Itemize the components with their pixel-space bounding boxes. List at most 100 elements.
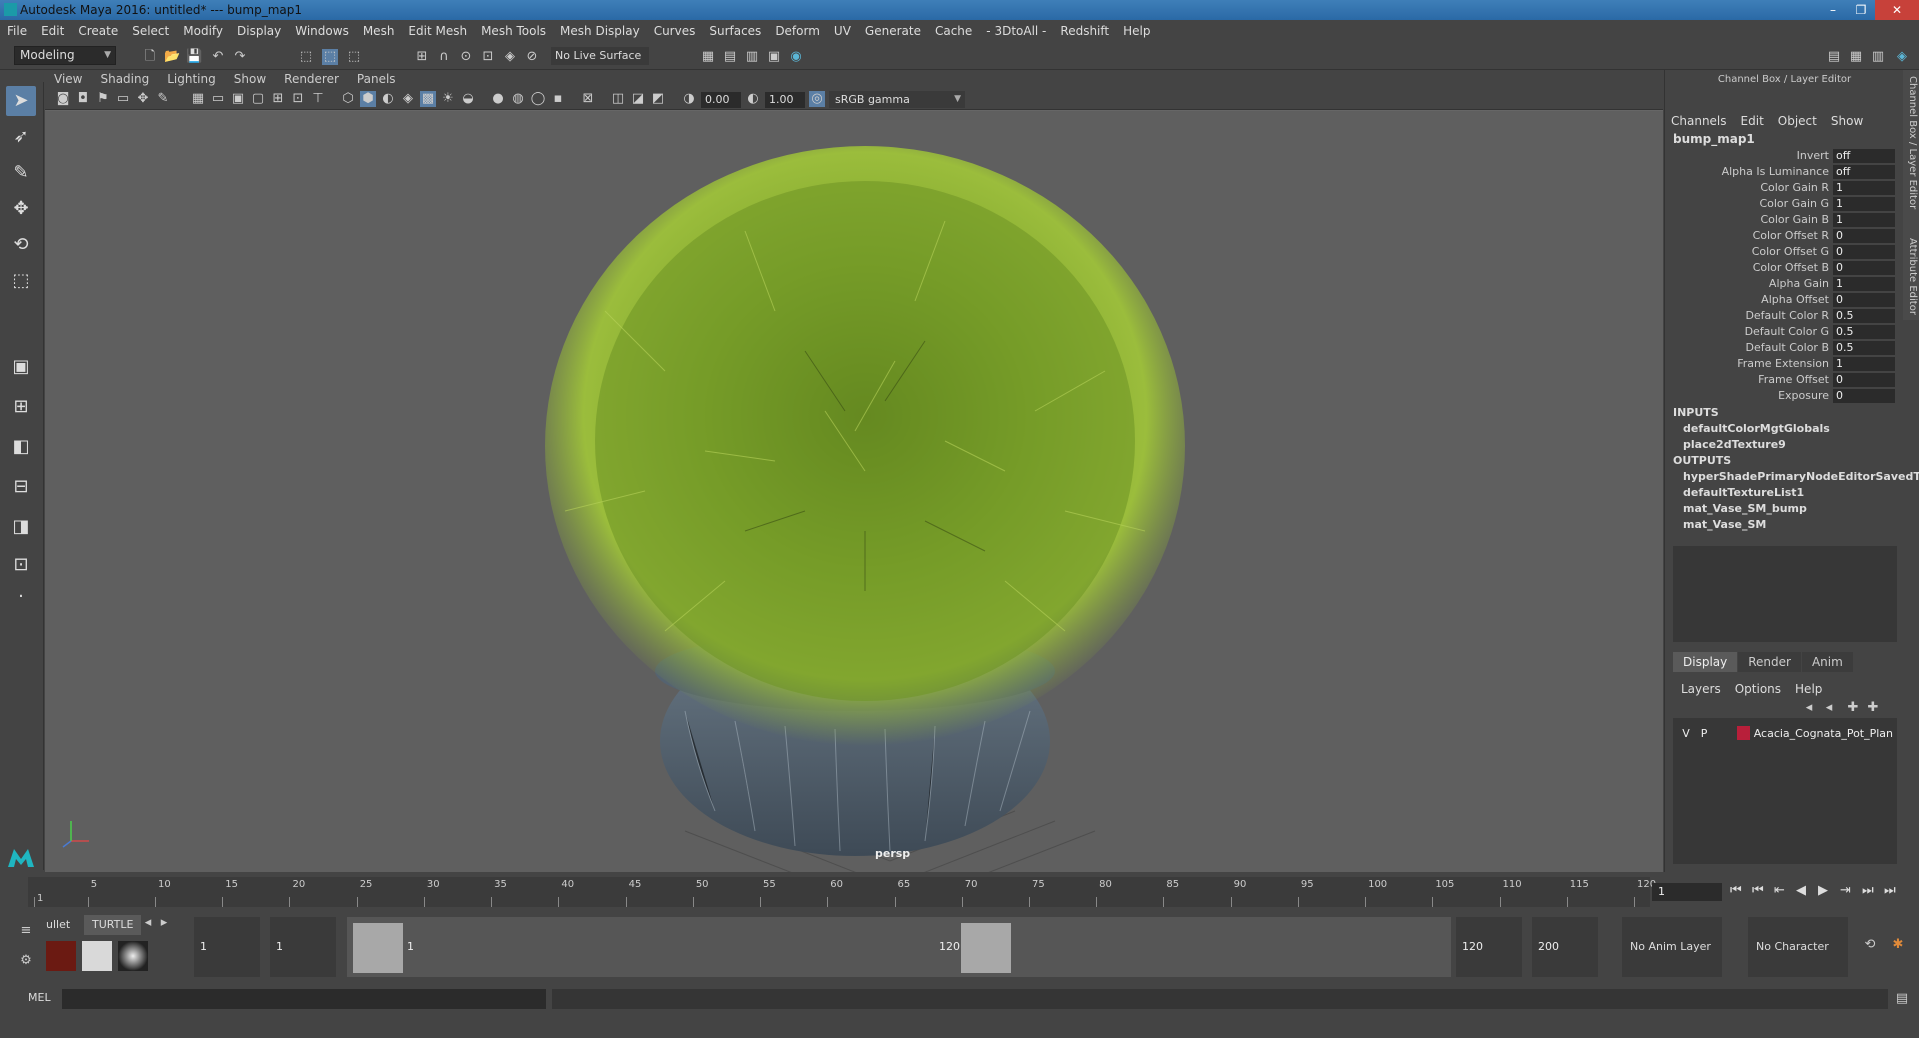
layer-menu-layers[interactable]: Layers — [1681, 682, 1721, 696]
menu-edit[interactable]: Edit — [34, 24, 71, 38]
scene-start-field[interactable]: 1 — [194, 917, 260, 977]
film-gate-icon[interactable]: ▭ — [210, 91, 226, 107]
attr-value[interactable]: 0.5 — [1833, 341, 1895, 355]
cb-menu-channels[interactable]: Channels — [1671, 114, 1727, 128]
select-hierarchy-icon[interactable]: ⬚ — [298, 49, 314, 65]
safe-action-icon[interactable]: ⊡ — [290, 91, 306, 107]
scale-tool-icon[interactable]: ⬚ — [6, 266, 36, 296]
field-chart-icon[interactable]: ⊞ — [270, 91, 286, 107]
screen-space-ao-icon[interactable]: ● — [490, 91, 506, 107]
menu-modify[interactable]: Modify — [176, 24, 230, 38]
default-material-icon[interactable]: ◐ — [380, 91, 396, 107]
time-ruler[interactable]: 1 5 10 15 20 25 30 35 40 45 50 55 60 65 70 75 80 85 90 95 10… — [28, 877, 1656, 907]
snap-grid-icon[interactable]: ⊞ — [414, 49, 430, 65]
scene-end-field[interactable]: 200 — [1532, 917, 1598, 977]
menu-edit-mesh[interactable]: Edit Mesh — [401, 24, 474, 38]
use-all-lights-icon[interactable]: ☀ — [440, 91, 456, 107]
tab-display[interactable]: Display — [1673, 652, 1738, 672]
menu-generate[interactable]: Generate — [858, 24, 928, 38]
single-perspective-layout-icon[interactable]: ▣ — [6, 352, 36, 382]
menu-mesh-display[interactable]: Mesh Display — [553, 24, 647, 38]
menu-mesh-tools[interactable]: Mesh Tools — [474, 24, 553, 38]
vp-menu-lighting[interactable]: Lighting — [158, 72, 225, 86]
menu-uv[interactable]: UV — [827, 24, 858, 38]
render-frame-icon[interactable]: ▦ — [700, 49, 716, 65]
play-forwards-icon[interactable]: ▶ — [1818, 883, 1828, 898]
resolution-gate-icon[interactable]: ▣ — [230, 91, 246, 107]
menu-create[interactable]: Create — [71, 24, 125, 38]
safe-title-icon[interactable]: ⊤ — [310, 91, 326, 107]
attr-value[interactable]: 0 — [1833, 245, 1895, 259]
output-node[interactable]: mat_Vase_SM_bump — [1683, 502, 1807, 515]
minimize-button[interactable]: – — [1819, 0, 1847, 20]
tab-render[interactable]: Render — [1738, 652, 1801, 672]
attr-value[interactable]: 1 — [1833, 357, 1895, 371]
command-input[interactable] — [62, 989, 546, 1009]
layer-menu-help[interactable]: Help — [1795, 682, 1822, 696]
2d-pan-zoom-icon[interactable]: ✥ — [135, 91, 151, 107]
attr-value[interactable]: 0 — [1833, 373, 1895, 387]
layer-playback-toggle[interactable]: P — [1695, 727, 1713, 740]
motion-blur-icon[interactable]: ◍ — [510, 91, 526, 107]
select-component-icon[interactable]: ⬚ — [346, 49, 362, 65]
menu-display[interactable]: Display — [230, 24, 288, 38]
new-scene-icon[interactable]: 🗋 — [142, 49, 158, 65]
snap-curve-icon[interactable]: ∩ — [436, 49, 452, 65]
tool-settings-toggle-icon[interactable]: ▥ — [1870, 49, 1886, 65]
lasso-tool-icon[interactable]: ➶ — [6, 122, 36, 152]
output-node[interactable]: hyperShadePrimaryNodeEditorSavedT... — [1683, 470, 1919, 483]
textured-icon[interactable]: ▩ — [420, 91, 436, 107]
tab-anim[interactable]: Anim — [1801, 652, 1853, 672]
cb-menu-edit[interactable]: Edit — [1741, 114, 1764, 128]
playback-end-field[interactable]: 120 — [1456, 917, 1522, 977]
wireframe-on-shaded-icon[interactable]: ◈ — [400, 91, 416, 107]
redo-icon[interactable]: ↷ — [232, 49, 248, 65]
close-button[interactable]: ✕ — [1875, 0, 1919, 20]
bookmark-icon[interactable]: ⚑ — [95, 91, 111, 107]
cb-menu-show[interactable]: Show — [1831, 114, 1863, 128]
channel-box-side-tab[interactable]: Channel Box / Layer Editor — [1904, 76, 1918, 209]
vp-menu-show[interactable]: Show — [225, 72, 275, 86]
attr-value[interactable]: 0.5 — [1833, 309, 1895, 323]
render-settings-icon[interactable]: ▥ — [744, 49, 760, 65]
select-tool-icon[interactable]: ➤ — [6, 86, 36, 116]
animation-prefs-icon[interactable]: ✱ — [1890, 937, 1906, 953]
xray-components-icon[interactable]: ◩ — [650, 91, 666, 107]
layer-name[interactable]: Acacia_Cognata_Pot_Plan — [1754, 727, 1893, 740]
menu-surfaces[interactable]: Surfaces — [702, 24, 768, 38]
channel-box-toggle-icon[interactable]: ◈ — [1894, 49, 1910, 65]
shelf-scroll-left-icon[interactable]: ◂ — [140, 915, 156, 931]
attr-value[interactable]: 1 — [1833, 277, 1895, 291]
layer-visibility-toggle[interactable]: V — [1677, 727, 1695, 740]
vp-menu-renderer[interactable]: Renderer — [275, 72, 348, 86]
depth-of-field-icon[interactable]: ▪ — [550, 91, 566, 107]
move-tool-icon[interactable]: ✥ — [6, 194, 36, 224]
step-back-key-icon[interactable]: ⏮ — [1752, 883, 1764, 898]
paint-select-tool-icon[interactable]: ✎ — [6, 158, 36, 188]
input-node[interactable]: place2dTexture9 — [1683, 438, 1786, 451]
select-object-icon[interactable]: ⬚ — [322, 49, 338, 65]
vp-menu-panels[interactable]: Panels — [348, 72, 405, 86]
shelf-settings-icon[interactable]: ⚙ — [18, 953, 34, 969]
hypershade-layout-icon[interactable]: ⊡ — [6, 550, 36, 580]
shelf-menu-icon[interactable]: ≡ — [18, 923, 34, 939]
go-to-end-icon[interactable]: ⏭ — [1884, 883, 1896, 898]
perspective-outliner-layout-icon[interactable]: ◧ — [6, 432, 36, 462]
sphere-shelf-icon[interactable] — [118, 941, 148, 971]
gamma-icon[interactable]: ◐ — [745, 91, 761, 107]
mode-dropdown[interactable]: Modeling — [14, 46, 116, 65]
anti-aliasing-icon[interactable]: ◯ — [530, 91, 546, 107]
selected-node-name[interactable]: bump_map1 — [1673, 132, 1755, 146]
color-space-dropdown[interactable]: sRGB gamma — [829, 91, 965, 108]
step-forward-key-icon[interactable]: ⏭ — [1862, 883, 1874, 898]
character-set-dropdown[interactable]: No Character Set — [1748, 917, 1848, 1013]
vp-menu-shading[interactable]: Shading — [91, 72, 158, 86]
layer-menu-options[interactable]: Options — [1735, 682, 1781, 696]
rotate-tool-icon[interactable]: ⟲ — [6, 230, 36, 260]
anim-layer-dropdown[interactable]: No Anim Layer — [1622, 917, 1722, 977]
modeling-toolkit-icon[interactable]: ▤ — [1826, 49, 1842, 65]
layer-color-swatch[interactable] — [1737, 726, 1750, 740]
layer-row[interactable]: V P Acacia_Cognata_Pot_Plan — [1677, 724, 1893, 742]
hypershade-icon[interactable]: ▣ — [766, 49, 782, 65]
xray-icon[interactable]: ◫ — [610, 91, 626, 107]
